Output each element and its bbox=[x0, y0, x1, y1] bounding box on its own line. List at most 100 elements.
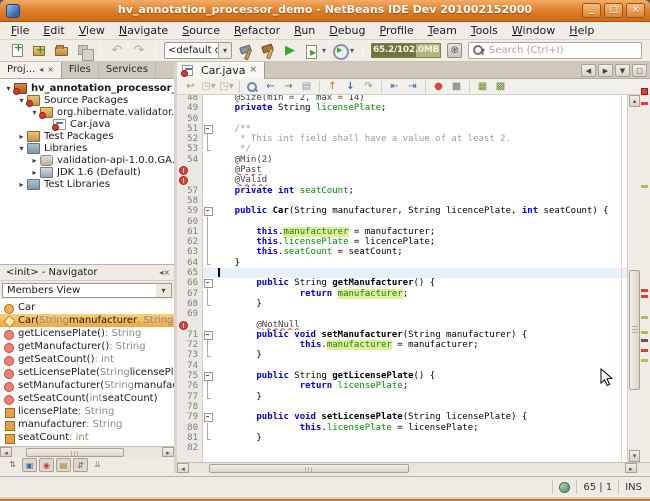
code-line[interactable]: 68} bbox=[177, 299, 627, 309]
menu-source[interactable]: Source bbox=[175, 22, 227, 40]
scroll-left-icon[interactable]: ◂ bbox=[0, 447, 12, 457]
new-file-button[interactable] bbox=[10, 43, 26, 59]
code-line[interactable]: 81} bbox=[177, 433, 627, 443]
find-next-button[interactable]: → bbox=[281, 80, 296, 94]
stripe-mark[interactable] bbox=[641, 349, 648, 352]
sort-alpha-icon[interactable]: ⇵ bbox=[73, 458, 88, 472]
fold-marker[interactable] bbox=[203, 227, 213, 237]
tree-item[interactable]: ▸JDK 1.6 (Default) bbox=[0, 166, 174, 178]
new-project-button[interactable] bbox=[32, 43, 48, 59]
sort-source-icon[interactable]: ⇊ bbox=[90, 458, 105, 472]
auto-hide-icon[interactable]: ◂ bbox=[39, 66, 43, 74]
expander-icon[interactable]: ▾ bbox=[16, 144, 27, 153]
forward-button[interactable]: ◳▾ bbox=[219, 80, 234, 94]
fold-marker[interactable] bbox=[203, 330, 213, 340]
scroll-right-icon[interactable]: ▸ bbox=[625, 463, 637, 473]
code-editor[interactable]: 48@Size(min = 2, max = 14)49private Stri… bbox=[177, 95, 650, 462]
expander-icon[interactable]: ▸ bbox=[16, 132, 27, 141]
tree-item[interactable]: ▾org.hibernate.validator.ap.demo bbox=[0, 106, 174, 118]
close-tab-icon[interactable]: × bbox=[249, 65, 257, 75]
tree-item[interactable]: ▾Libraries bbox=[0, 142, 174, 154]
minimize-button[interactable]: _ bbox=[582, 3, 601, 18]
debug-dropdown-icon[interactable]: ▾ bbox=[322, 46, 326, 55]
code-line[interactable]: 69 bbox=[177, 309, 627, 319]
code-line[interactable]: 72this.manufacturer = manufacturer; bbox=[177, 340, 627, 350]
code-line[interactable]: 52* This int field shall have a value of… bbox=[177, 134, 627, 144]
tree-item[interactable]: ▸Test Libraries bbox=[0, 178, 174, 190]
config-select[interactable]: <default config> ▾ bbox=[164, 42, 232, 59]
scroll-right-icon[interactable]: ▸ bbox=[162, 447, 174, 457]
redo-icon[interactable]: ↷ bbox=[131, 43, 147, 59]
navigator-item[interactable]: getLicensePlate() : String bbox=[0, 327, 174, 340]
code-line[interactable]: 53*/ bbox=[177, 144, 627, 154]
code-line[interactable]: 67return manufacturer; bbox=[177, 289, 627, 299]
close-icon[interactable]: × bbox=[47, 66, 54, 74]
code-line[interactable]: 64} bbox=[177, 258, 627, 268]
code-line[interactable]: 59public Car(String manufacturer, String… bbox=[177, 206, 627, 216]
tree-item[interactable]: ▾hv_annotation_processor_demo bbox=[0, 82, 174, 94]
stripe-mark[interactable] bbox=[641, 316, 648, 319]
fold-marker[interactable] bbox=[203, 278, 213, 288]
error-stripe[interactable] bbox=[640, 95, 650, 462]
fold-marker[interactable] bbox=[203, 247, 213, 257]
run-project-button[interactable]: ▶ bbox=[282, 43, 298, 58]
search-input[interactable] bbox=[485, 44, 641, 57]
stripe-mark[interactable] bbox=[641, 339, 648, 342]
editor-hscrollbar[interactable]: ◂ ▸ bbox=[177, 462, 650, 473]
debug-project-button[interactable] bbox=[304, 43, 320, 59]
navigator-item[interactable]: setManufacturer(String manufacturer bbox=[0, 379, 174, 392]
fold-marker[interactable] bbox=[203, 206, 213, 216]
stop-macro-button[interactable]: ■ bbox=[449, 80, 464, 94]
error-badge-icon[interactable]: ! bbox=[179, 321, 188, 330]
fold-marker[interactable] bbox=[203, 433, 213, 443]
code-line[interactable]: !@Valid bbox=[177, 175, 627, 185]
tree-item[interactable]: ▸validation-api-1.0.0.GA.jar bbox=[0, 154, 174, 166]
scroll-up-icon[interactable]: ▴ bbox=[629, 95, 640, 107]
profile-dropdown-icon[interactable]: ▾ bbox=[350, 46, 354, 55]
scroll-down-icon[interactable]: ▾ bbox=[629, 450, 640, 462]
tab-list-icon[interactable]: ▼ bbox=[615, 64, 630, 77]
menu-help[interactable]: Help bbox=[562, 22, 601, 40]
code-line[interactable]: 48@Size(min = 2, max = 14) bbox=[177, 95, 627, 103]
code-line[interactable]: 71public void setManufacturer(String man… bbox=[177, 330, 627, 340]
clean-build-button[interactable] bbox=[260, 43, 276, 59]
memory-meter[interactable]: 65.2/102.0MB bbox=[371, 43, 441, 58]
profile-project-button[interactable] bbox=[332, 43, 348, 59]
code-line[interactable]: 51/** bbox=[177, 124, 627, 134]
toggle-bookmark-button[interactable]: ↷ bbox=[361, 80, 376, 94]
scroll-thumb[interactable] bbox=[629, 270, 640, 390]
code-line[interactable]: 78 bbox=[177, 402, 627, 412]
filter-inherited-icon[interactable]: ⇅ bbox=[5, 458, 20, 472]
tab-services[interactable]: Services bbox=[99, 62, 156, 78]
shift-left-button[interactable]: ⇤ bbox=[387, 80, 402, 94]
open-project-button[interactable] bbox=[54, 43, 70, 59]
navigator-hscrollbar[interactable]: ◂ ▸ bbox=[0, 446, 174, 457]
fold-marker[interactable] bbox=[203, 144, 213, 154]
back-button[interactable]: ◳▾ bbox=[201, 80, 216, 94]
error-badge-icon[interactable]: ! bbox=[179, 166, 188, 175]
expander-icon[interactable]: ▸ bbox=[29, 156, 40, 165]
tree-item[interactable]: Car.java bbox=[0, 118, 174, 130]
tree-item[interactable]: ▸Test Packages bbox=[0, 130, 174, 142]
fold-marker[interactable] bbox=[203, 381, 213, 391]
navigator-item[interactable]: manufacturer : String bbox=[0, 418, 174, 431]
code-line[interactable]: 82 bbox=[177, 443, 627, 453]
code-line[interactable]: 75public String getLicensePlate() { bbox=[177, 371, 627, 381]
code-line[interactable]: 65 bbox=[177, 268, 627, 278]
menu-view[interactable]: View bbox=[72, 22, 112, 40]
maximize-editor-icon[interactable]: □ bbox=[632, 64, 647, 77]
stripe-mark[interactable] bbox=[641, 359, 648, 362]
code-line[interactable]: 77} bbox=[177, 392, 627, 402]
scroll-left-icon[interactable]: ◂ bbox=[177, 463, 189, 473]
fold-marker[interactable] bbox=[203, 299, 213, 309]
garbage-collect-button[interactable]: ♼ bbox=[447, 43, 462, 58]
scroll-tabs-right-icon[interactable]: ▶ bbox=[598, 64, 613, 77]
fold-marker[interactable] bbox=[203, 392, 213, 402]
fold-marker[interactable] bbox=[203, 237, 213, 247]
fold-marker[interactable] bbox=[203, 371, 213, 381]
filter-static-icon[interactable]: ◉ bbox=[39, 458, 54, 472]
filter-fields-icon[interactable]: ▣ bbox=[22, 458, 37, 472]
code-line[interactable]: 76return licensePlate; bbox=[177, 381, 627, 391]
build-project-button[interactable] bbox=[238, 43, 254, 59]
fold-marker[interactable] bbox=[203, 217, 213, 227]
